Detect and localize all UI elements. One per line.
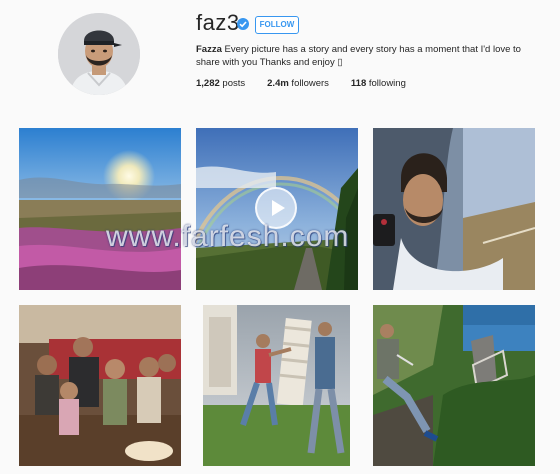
post-thumbnail-coastal-cliff[interactable] bbox=[373, 305, 535, 466]
following-count: 118 bbox=[350, 78, 367, 89]
post-thumbnail-family-group[interactable] bbox=[19, 305, 181, 466]
verified-badge-icon bbox=[237, 18, 249, 30]
profile-bio: Fazza Every picture has a story and ever… bbox=[196, 43, 526, 69]
posts-stat: 1,282 posts bbox=[196, 78, 245, 89]
followers-label: followers bbox=[288, 78, 329, 89]
posts-count: 1,282 bbox=[196, 78, 220, 89]
posts-label: posts bbox=[219, 78, 246, 89]
follow-button[interactable]: FOLLOW bbox=[255, 16, 299, 34]
following-stat[interactable]: 118 following bbox=[351, 78, 406, 89]
following-label: following bbox=[366, 78, 406, 89]
profile-username: faz3 bbox=[196, 10, 240, 35]
profile-avatar[interactable] bbox=[58, 13, 140, 95]
site-watermark: www.farfesh.com bbox=[106, 220, 350, 253]
bio-text: Every picture has a story and every stor… bbox=[196, 44, 521, 68]
post-thumbnail-leaning-tower[interactable] bbox=[203, 305, 350, 466]
profile-stats: 1,282 posts 2.4m followers 118 following bbox=[196, 78, 428, 89]
bio-name: Fazza bbox=[196, 44, 222, 55]
followers-count: 2.4m bbox=[267, 78, 289, 89]
post-thumbnail-car-selfie[interactable] bbox=[373, 128, 535, 290]
followers-stat[interactable]: 2.4m followers bbox=[267, 78, 329, 89]
post-thumbnail-sunset-heather[interactable] bbox=[19, 128, 181, 290]
